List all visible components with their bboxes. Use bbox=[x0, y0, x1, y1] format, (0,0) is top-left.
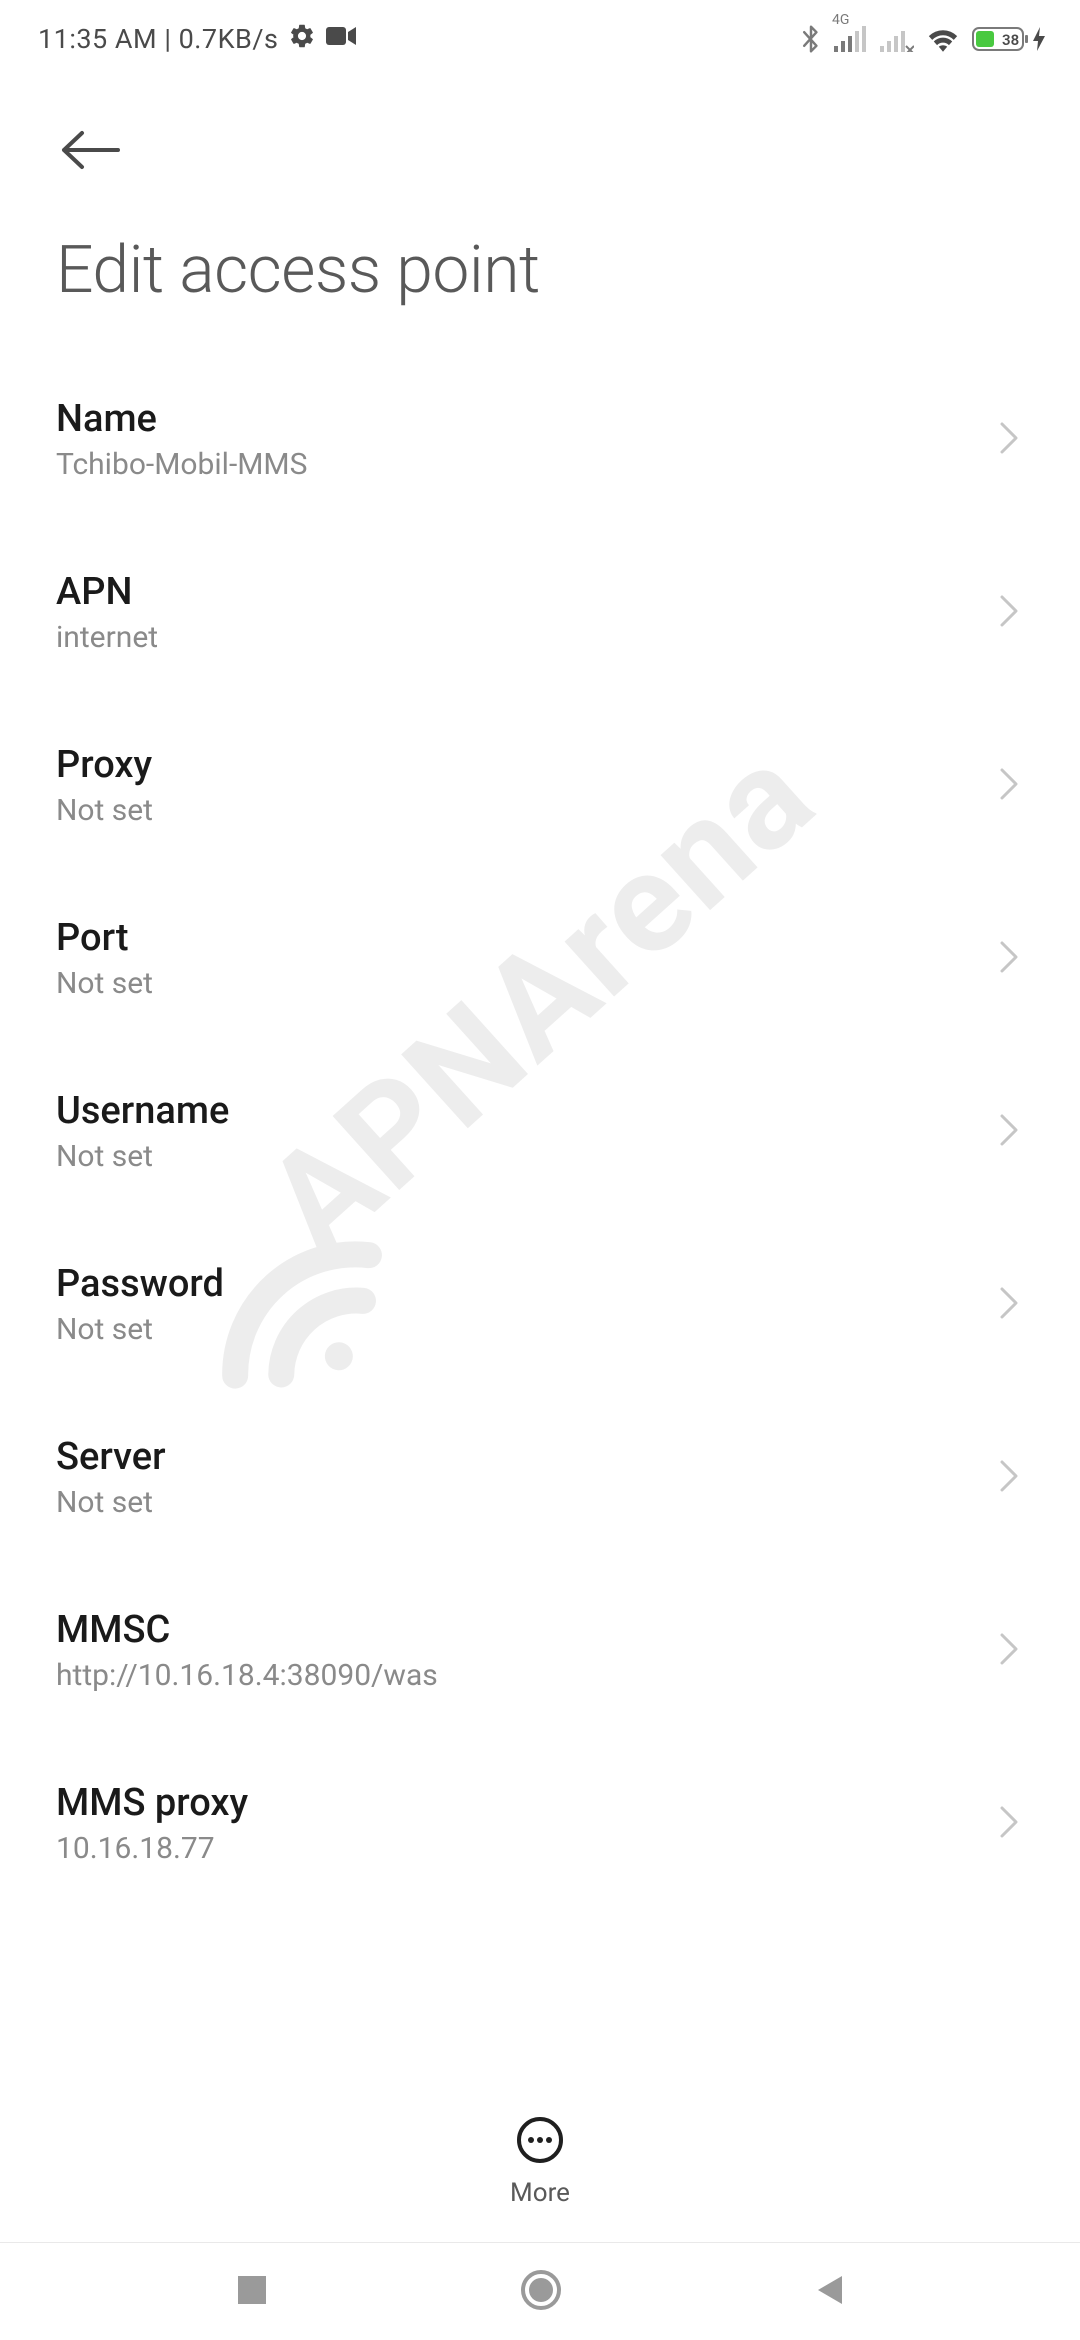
setting-value: 10.16.18.77 bbox=[56, 1831, 248, 1866]
chevron-right-icon bbox=[998, 939, 1024, 979]
setting-row-server[interactable]: Server Not set bbox=[56, 1391, 1024, 1564]
nav-recent-button[interactable] bbox=[234, 2272, 270, 2312]
chevron-right-icon bbox=[998, 1631, 1024, 1671]
setting-value: Tchibo-Mobil-MMS bbox=[56, 447, 307, 482]
chevron-right-icon bbox=[998, 1458, 1024, 1498]
battery-icon: 38 bbox=[972, 25, 1046, 53]
circle-icon bbox=[519, 2297, 563, 2316]
settings-list: Name Tchibo-Mobil-MMS APN internet Proxy… bbox=[0, 353, 1080, 1910]
signal-no-sim-icon bbox=[880, 26, 914, 52]
signal-4g-icon: 4G bbox=[834, 26, 868, 52]
setting-value: Not set bbox=[56, 793, 153, 828]
status-bar: 11:35 AM | 0.7KB/s 4G bbox=[0, 0, 1080, 78]
setting-row-username[interactable]: Username Not set bbox=[56, 1045, 1024, 1218]
chevron-right-icon bbox=[998, 1112, 1024, 1152]
wifi-icon bbox=[926, 26, 960, 52]
page-title: Edit access point bbox=[0, 196, 1080, 353]
video-camera-icon bbox=[326, 24, 356, 54]
chevron-right-icon bbox=[998, 420, 1024, 460]
chevron-right-icon bbox=[998, 1285, 1024, 1325]
setting-value: Not set bbox=[56, 966, 153, 1001]
setting-row-password[interactable]: Password Not set bbox=[56, 1218, 1024, 1391]
chevron-right-icon bbox=[998, 1804, 1024, 1844]
setting-row-mmsc[interactable]: MMSC http://10.16.18.4:38090/was bbox=[56, 1564, 1024, 1737]
setting-row-port[interactable]: Port Not set bbox=[56, 872, 1024, 1045]
setting-label: Name bbox=[56, 397, 307, 441]
bluetooth-icon bbox=[800, 24, 822, 54]
setting-value: Not set bbox=[56, 1139, 229, 1174]
charging-bolt-icon bbox=[1032, 27, 1046, 51]
setting-label: MMS proxy bbox=[56, 1781, 248, 1825]
navigation-bar bbox=[0, 2242, 1080, 2340]
setting-label: Port bbox=[56, 916, 153, 960]
arrow-left-icon bbox=[60, 129, 122, 175]
setting-label: Server bbox=[56, 1435, 166, 1479]
chevron-right-icon bbox=[998, 593, 1024, 633]
bottom-action-bar: More bbox=[0, 2082, 1080, 2242]
chevron-right-icon bbox=[998, 766, 1024, 806]
setting-label: Password bbox=[56, 1262, 224, 1306]
setting-label: Proxy bbox=[56, 743, 153, 787]
triangle-left-icon bbox=[812, 2293, 846, 2312]
setting-value: Not set bbox=[56, 1312, 224, 1347]
setting-value: internet bbox=[56, 620, 158, 655]
more-circle-icon bbox=[516, 2116, 564, 2168]
status-time: 11:35 AM | 0.7KB/s bbox=[38, 23, 278, 55]
status-left: 11:35 AM | 0.7KB/s bbox=[38, 22, 356, 57]
more-label: More bbox=[510, 2178, 570, 2208]
setting-row-name[interactable]: Name Tchibo-Mobil-MMS bbox=[56, 353, 1024, 526]
back-button[interactable] bbox=[32, 108, 120, 196]
setting-label: Username bbox=[56, 1089, 229, 1133]
setting-value: Not set bbox=[56, 1485, 166, 1520]
nav-back-button[interactable] bbox=[812, 2272, 846, 2312]
more-button[interactable]: More bbox=[510, 2116, 570, 2208]
svg-text:38: 38 bbox=[1002, 31, 1019, 49]
setting-value: http://10.16.18.4:38090/was bbox=[56, 1658, 438, 1693]
settings-gear-icon bbox=[288, 22, 316, 57]
status-right: 4G 38 bbox=[800, 24, 1046, 54]
nav-home-button[interactable] bbox=[519, 2268, 563, 2316]
setting-label: MMSC bbox=[56, 1608, 438, 1652]
square-icon bbox=[234, 2293, 270, 2312]
setting-row-apn[interactable]: APN internet bbox=[56, 526, 1024, 699]
setting-row-proxy[interactable]: Proxy Not set bbox=[56, 699, 1024, 872]
setting-label: APN bbox=[56, 570, 158, 614]
setting-row-mms-proxy[interactable]: MMS proxy 10.16.18.77 bbox=[56, 1737, 1024, 1910]
